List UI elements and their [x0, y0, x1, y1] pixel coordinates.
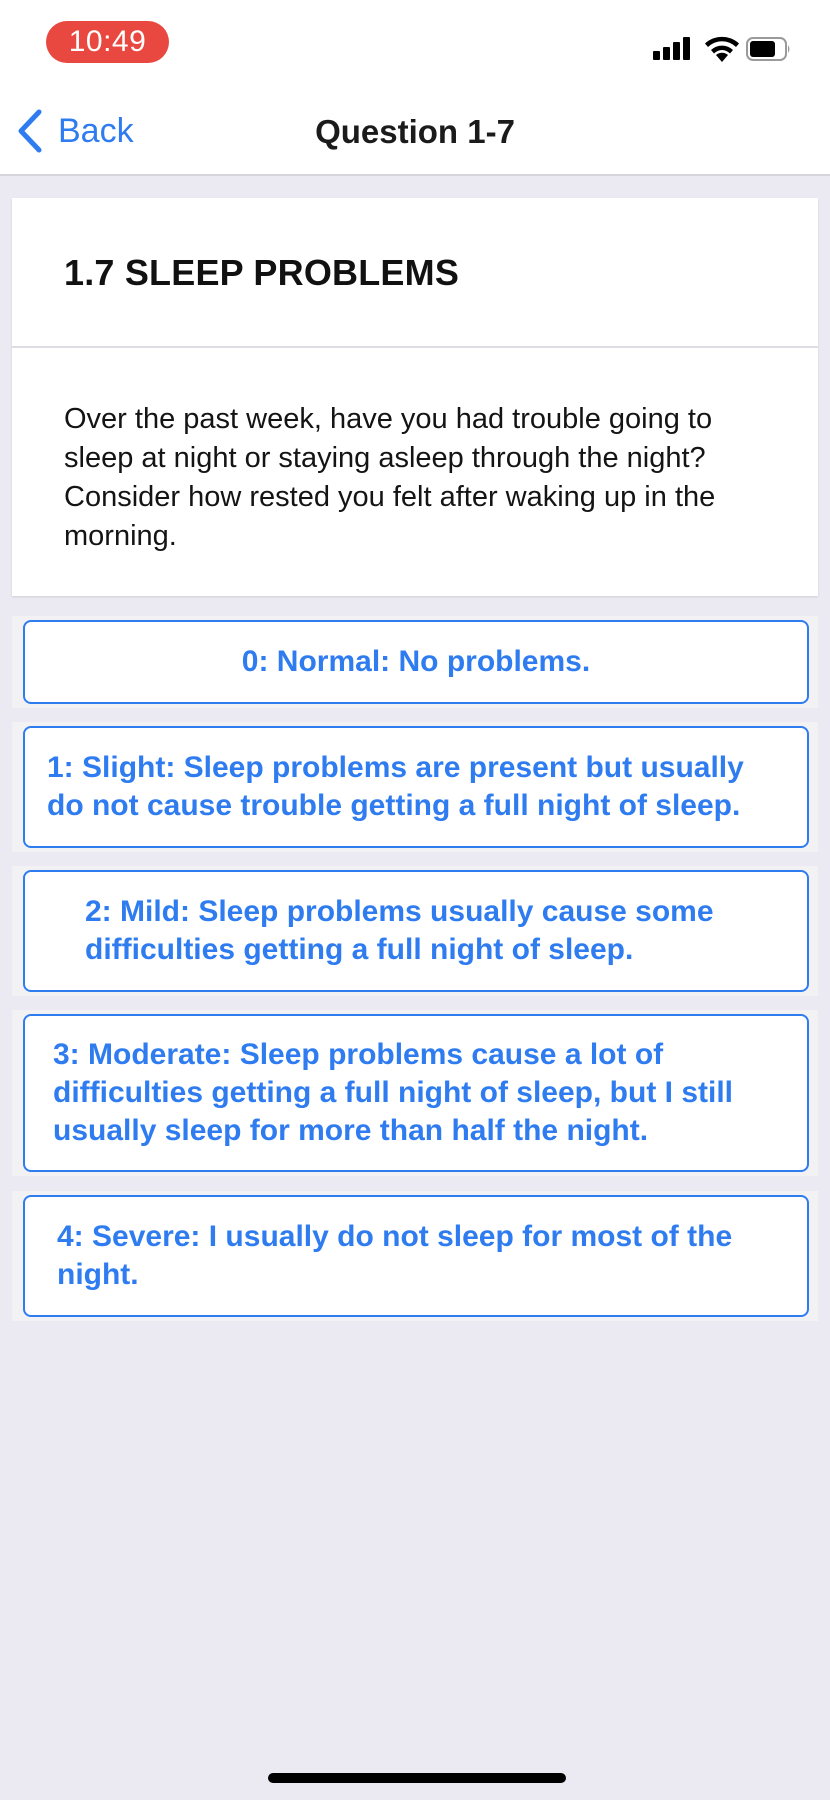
answer-row: 2: Mild: Sleep problems usually cause so… [12, 866, 818, 996]
answer-label: 3: Moderate: Sleep problems cause a lot … [53, 1038, 733, 1147]
page-title: Question 1-7 [315, 113, 515, 150]
home-indicator [268, 1773, 566, 1783]
question-card: 1.7 SLEEP PROBLEMS Over the past week, h… [12, 198, 818, 596]
navigation-bar: 10:49 Back Question 1-7 [0, 0, 830, 176]
answer-label: 1: Slight: Sleep problems are present bu… [47, 751, 744, 822]
answer-option-3[interactable]: 3: Moderate: Sleep problems cause a lot … [23, 1014, 809, 1172]
answer-row: 4: Severe: I usually do not sleep for mo… [12, 1191, 818, 1321]
battery-icon [746, 37, 790, 61]
answer-label: 2: Mild: Sleep problems usually cause so… [85, 895, 714, 966]
cellular-signal-icon [653, 36, 695, 60]
answer-row: 3: Moderate: Sleep problems cause a lot … [12, 1010, 818, 1176]
question-heading: 1.7 SLEEP PROBLEMS [64, 252, 460, 293]
answer-option-4[interactable]: 4: Severe: I usually do not sleep for mo… [23, 1195, 809, 1317]
answer-row: 0: Normal: No problems. [12, 616, 818, 708]
divider [12, 346, 818, 348]
question-text: Over the past week, have you had trouble… [64, 403, 716, 552]
answer-label: 0: Normal: No problems. [241, 645, 591, 678]
screen: 10:49 Back Question 1-7 1.7 SLEEP PROBLE… [0, 0, 830, 1800]
answer-option-2[interactable]: 2: Mild: Sleep problems usually cause so… [23, 870, 809, 992]
answer-option-1[interactable]: 1: Slight: Sleep problems are present bu… [23, 726, 809, 848]
answer-option-0[interactable]: 0: Normal: No problems. [23, 620, 809, 704]
status-time: 10:49 [46, 21, 169, 63]
answer-row: 1: Slight: Sleep problems are present bu… [12, 722, 818, 852]
wifi-icon [705, 36, 739, 62]
answer-label: 4: Severe: I usually do not sleep for mo… [57, 1220, 733, 1291]
